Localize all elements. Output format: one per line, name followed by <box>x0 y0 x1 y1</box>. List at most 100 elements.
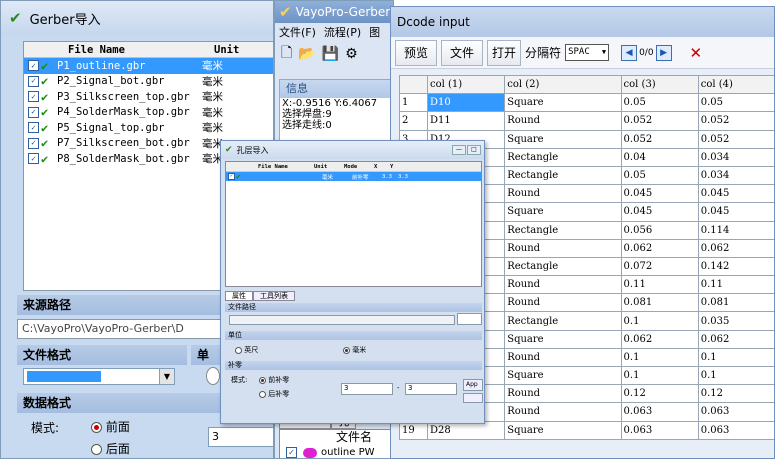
grid-cell[interactable]: Round <box>504 402 622 422</box>
tab-properties[interactable]: 属性 <box>225 291 253 301</box>
open-folder-icon[interactable]: 📂 <box>298 46 315 62</box>
mode-option-front[interactable]: 前面 <box>91 418 130 435</box>
apply-button[interactable]: App <box>463 379 483 391</box>
grid-cell[interactable]: 0.063 <box>620 420 699 440</box>
grid-cell[interactable]: 0.045 <box>620 202 699 222</box>
digits-input[interactable]: 3 <box>208 427 273 447</box>
file-path-field[interactable] <box>229 315 455 325</box>
grid-cell[interactable]: 0.1 <box>697 365 774 386</box>
open-button[interactable]: 打开 <box>487 39 522 66</box>
mode-option-back[interactable]: 后面 <box>91 440 130 457</box>
grid-cell[interactable]: 0.1 <box>620 311 699 331</box>
file-checkbox[interactable]: ✓ <box>28 60 39 72</box>
grid-cell[interactable]: 0.062 <box>697 329 774 349</box>
grid-cell[interactable]: Round <box>504 293 622 313</box>
column-header-4[interactable]: col (4) <box>697 74 774 95</box>
file-row[interactable]: ✓ ✔ P1_outline.gbr 毫米 <box>24 58 273 74</box>
grid-cell[interactable]: Square <box>504 420 622 440</box>
grid-cell[interactable]: 0.063 <box>620 402 699 422</box>
grid-cell[interactable]: D11 <box>426 111 506 131</box>
new-file-icon[interactable]: 🗋 <box>281 42 292 66</box>
browse-button[interactable] <box>457 313 482 325</box>
grid-row[interactable]: 2 D11 Round 0.052 0.052 <box>399 111 774 131</box>
drill-col-unit[interactable]: Unit <box>314 164 344 170</box>
grid-cell[interactable]: 0.052 <box>620 129 699 149</box>
grid-cell[interactable]: 0.052 <box>620 111 699 131</box>
grid-cell[interactable]: 0.12 <box>697 384 774 404</box>
tool-icon[interactable]: ⚙ <box>345 46 358 62</box>
close-icon[interactable]: ✕ <box>690 44 703 62</box>
menu-file[interactable]: 文件(F) <box>279 24 316 40</box>
grid-cell[interactable]: 0.063 <box>697 402 774 422</box>
grid-cell[interactable]: Round <box>504 384 622 404</box>
grid-cell[interactable]: Square <box>504 365 622 386</box>
maximize-icon[interactable]: □ <box>467 145 481 155</box>
file-button[interactable]: 文件 <box>441 39 484 66</box>
separator-select[interactable]: SPAC <box>565 44 610 61</box>
file-checkbox[interactable]: ✓ <box>28 137 39 149</box>
drill-y-digits[interactable]: 3 <box>405 383 457 395</box>
file-row[interactable]: ✓ ✔ P3_Silkscreen_top.gbr 毫米 <box>24 89 273 105</box>
drill-col-x[interactable]: X <box>374 164 390 170</box>
grid-cell[interactable]: 0.045 <box>697 202 774 222</box>
drill-titlebar[interactable]: ✔ 孔层导入 — □ <box>221 141 484 159</box>
drill-col-file-name[interactable]: File Name <box>226 164 314 170</box>
grid-cell[interactable]: Round <box>504 275 622 295</box>
grid-cell[interactable]: 0.1 <box>620 365 699 386</box>
grid-cell[interactable]: 0.11 <box>697 275 774 295</box>
vayopro-titlebar[interactable]: ✔ VayoPro-Gerber <box>275 1 393 23</box>
zero-option-leading[interactable]: 前补零 <box>259 375 289 385</box>
column-header-1[interactable]: col (1) <box>426 74 506 95</box>
grid-cell[interactable]: 0.114 <box>697 220 774 240</box>
unit-option-mm[interactable]: 毫米 <box>343 345 366 355</box>
file-checkbox[interactable]: ✓ <box>28 122 39 134</box>
grid-cell[interactable]: 0.034 <box>697 165 774 186</box>
grid-cell[interactable]: D10 <box>426 93 506 113</box>
drill-col-y[interactable]: Y <box>390 164 406 170</box>
zero-option-trailing[interactable]: 后补零 <box>259 389 289 399</box>
grid-cell[interactable]: 0.045 <box>697 184 774 204</box>
chevron-down-icon[interactable]: ▼ <box>159 369 174 384</box>
file-checkbox[interactable]: ✓ <box>28 106 39 118</box>
secondary-button[interactable] <box>463 393 483 403</box>
grid-cell[interactable]: Round <box>504 184 622 204</box>
grid-cell[interactable]: 0.1 <box>697 347 774 368</box>
grid-cell[interactable]: 0.052 <box>697 111 774 131</box>
grid-cell[interactable]: 0.142 <box>697 256 774 277</box>
drill-col-mode[interactable]: Mode <box>344 164 374 170</box>
next-page-icon[interactable]: ▶ <box>655 44 672 61</box>
radio-leading-zero[interactable] <box>259 376 266 384</box>
unit-radio-partial[interactable] <box>206 367 220 385</box>
column-header-unit[interactable]: Unit <box>214 44 239 56</box>
grid-cell[interactable]: Rectangle <box>504 147 622 167</box>
column-header-2[interactable]: col (2) <box>504 74 622 95</box>
grid-cell[interactable]: 0.05 <box>620 93 699 113</box>
prev-page-icon[interactable]: ◀ <box>621 44 638 61</box>
grid-cell[interactable]: 0.052 <box>697 129 774 149</box>
grid-cell[interactable]: Square <box>504 93 622 113</box>
grid-cell[interactable]: 0.062 <box>620 238 699 258</box>
grid-cell[interactable]: 0.081 <box>697 293 774 313</box>
layer-color-swatch[interactable] <box>303 447 317 458</box>
drill-row-checkbox[interactable]: ✓ <box>228 173 235 180</box>
grid-cell[interactable]: Square <box>504 129 622 149</box>
grid-row[interactable]: 1 D10 Square 0.05 0.05 <box>399 93 774 113</box>
radio-feet[interactable] <box>235 346 242 354</box>
minimize-icon[interactable]: — <box>452 145 466 155</box>
grid-cell[interactable]: Rectangle <box>504 220 622 240</box>
grid-cell[interactable]: 0.045 <box>620 184 699 204</box>
drill-file-list[interactable]: File Name Unit Mode X Y ✓ ✔ drill.nc 毫米 … <box>225 161 482 287</box>
file-row[interactable]: ✓ ✔ P4_SolderMask_top.gbr 毫米 <box>24 105 273 121</box>
grid-cell[interactable]: Square <box>504 202 622 222</box>
grid-cell[interactable]: 0.035 <box>697 311 774 331</box>
grid-cell[interactable]: Rectangle <box>504 311 622 331</box>
gerber-titlebar[interactable]: ✔ Gerber导入 <box>1 1 273 35</box>
grid-cell[interactable]: 0.05 <box>620 165 699 186</box>
grid-cell[interactable]: 0.072 <box>620 256 699 277</box>
menu-partial[interactable]: 图 <box>369 24 380 40</box>
grid-cell[interactable]: 0.062 <box>697 238 774 258</box>
grid-cell[interactable]: Rectangle <box>504 165 622 186</box>
layer-table-row[interactable]: ✓ outline PW <box>280 445 393 458</box>
grid-cell[interactable]: Square <box>504 329 622 349</box>
grid-cell[interactable]: 0.056 <box>620 220 699 240</box>
